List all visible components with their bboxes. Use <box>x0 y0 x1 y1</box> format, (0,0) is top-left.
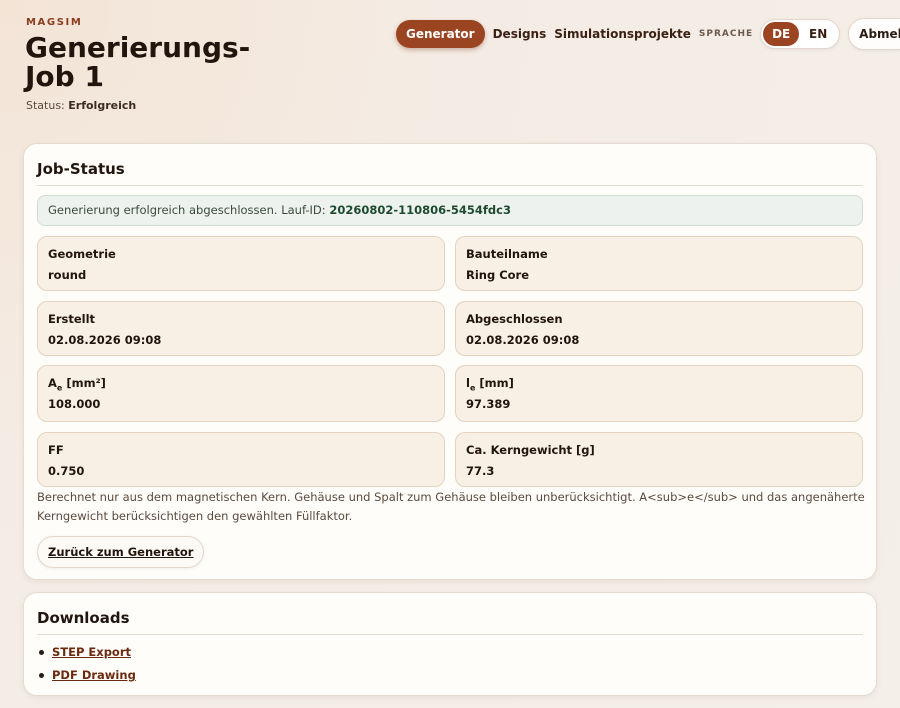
field-value: 108.000 <box>48 397 101 411</box>
job-status-line: Status: Erfolgreich <box>26 99 136 112</box>
success-alert: Generierung erfolgreich abgeschlossen. L… <box>37 195 863 226</box>
success-text: Generierung erfolgreich abgeschlossen. L… <box>48 203 326 217</box>
field-label: Erstellt <box>48 312 96 326</box>
lang-de-button[interactable]: DE <box>763 22 800 46</box>
field-value: 02.08.2026 09:08 <box>48 333 162 347</box>
brand-label: MAGSIM <box>26 17 83 28</box>
nav-generator-button[interactable]: Generator <box>396 20 485 48</box>
field-core-weight: Ca. Kerngewicht [g] 77.3 <box>455 432 863 487</box>
field-ae: Ae [mm²] 108.000 <box>37 365 445 422</box>
nav-designs-link[interactable]: Designs <box>493 27 547 41</box>
field-geometry: Geometrie round <box>37 236 445 291</box>
field-part-name: Bauteilname Ring Core <box>455 236 863 291</box>
back-to-generator-button[interactable]: Zurück zum Generator <box>37 536 205 568</box>
top-nav: Generator Designs Simulationsprojekte SP… <box>396 18 900 50</box>
list-item: PDF Drawing <box>37 668 136 691</box>
job-status-heading: Job-Status <box>37 160 863 186</box>
calculation-note: Berechnet nur aus dem magnetischen Kern.… <box>37 490 865 523</box>
pdf-drawing-link[interactable]: PDF Drawing <box>52 668 136 682</box>
step-export-link[interactable]: STEP Export <box>52 645 131 659</box>
field-label: Ae [mm²] <box>48 376 106 393</box>
field-value: 97.389 <box>466 397 511 411</box>
logout-button[interactable]: Abmelden <box>848 18 900 50</box>
field-created: Erstellt 02.08.2026 09:08 <box>37 301 445 356</box>
field-completed: Abgeschlossen 02.08.2026 09:08 <box>455 301 863 356</box>
field-label: Abgeschlossen <box>466 312 563 326</box>
language-label: SPRACHE <box>698 29 754 39</box>
page-title: Generierungs-Job 1 <box>25 31 251 93</box>
downloads-list: STEP Export PDF Drawing <box>37 645 136 691</box>
status-value: Erfolgreich <box>68 99 137 112</box>
run-id: 20260802-110806-5454fdc3 <box>329 203 511 217</box>
field-label: Geometrie <box>48 247 116 261</box>
field-value: 02.08.2026 09:08 <box>466 333 580 347</box>
list-item: STEP Export <box>37 645 136 668</box>
downloads-heading: Downloads <box>37 609 863 635</box>
field-value: 77.3 <box>466 464 495 478</box>
field-value: Ring Core <box>466 268 530 282</box>
lang-en-button[interactable]: EN <box>799 27 837 41</box>
field-label: Bauteilname <box>466 247 548 261</box>
downloads-card: Downloads STEP Export PDF Drawing <box>23 592 877 696</box>
field-label: FF <box>48 443 64 457</box>
language-toggle: DE EN <box>760 19 841 49</box>
field-le: le [mm] 97.389 <box>455 365 863 422</box>
field-ff: FF 0.750 <box>37 432 445 487</box>
field-value: 0.750 <box>48 464 85 478</box>
field-value: round <box>48 268 87 282</box>
field-label: Ca. Kerngewicht [g] <box>466 443 595 457</box>
status-label: Status: <box>26 99 65 112</box>
nav-projects-link[interactable]: Simulationsprojekte <box>554 27 691 41</box>
job-status-card: Job-Status Generierung erfolgreich abges… <box>23 143 877 580</box>
field-label: le [mm] <box>466 376 514 393</box>
